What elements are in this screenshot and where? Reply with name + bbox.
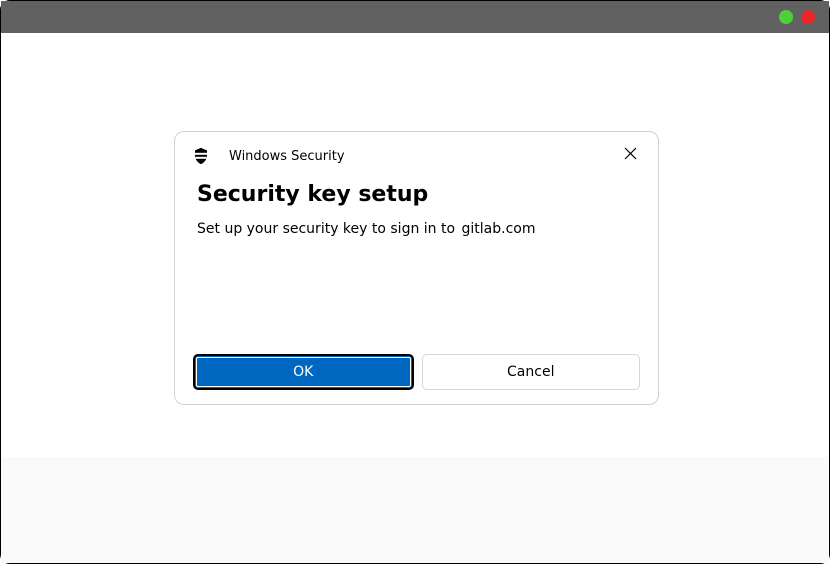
- dialog-heading: Security key setup: [197, 182, 636, 207]
- shield-icon: [193, 148, 209, 164]
- close-icon: [624, 145, 637, 164]
- footer-background: [1, 457, 829, 563]
- close-dot[interactable]: [801, 10, 815, 24]
- dialog-body: Security key setup Set up your security …: [175, 172, 658, 237]
- ok-button[interactable]: OK: [193, 354, 414, 390]
- close-button[interactable]: [618, 142, 642, 166]
- description-text: Set up your security key to sign in to: [197, 221, 455, 237]
- window-titlebar: [1, 1, 829, 33]
- dialog-app-title: Windows Security: [229, 149, 618, 164]
- dialog-button-row: OK Cancel: [193, 354, 640, 390]
- content-area: Windows Security Security key setup Set …: [1, 33, 829, 563]
- minimize-dot[interactable]: [779, 10, 793, 24]
- cancel-button[interactable]: Cancel: [422, 354, 641, 390]
- security-dialog: Windows Security Security key setup Set …: [174, 131, 659, 405]
- dialog-description: Set up your security key to sign in to g…: [197, 221, 636, 237]
- domain-text: gitlab.com: [462, 221, 536, 237]
- dialog-header: Windows Security: [175, 132, 658, 172]
